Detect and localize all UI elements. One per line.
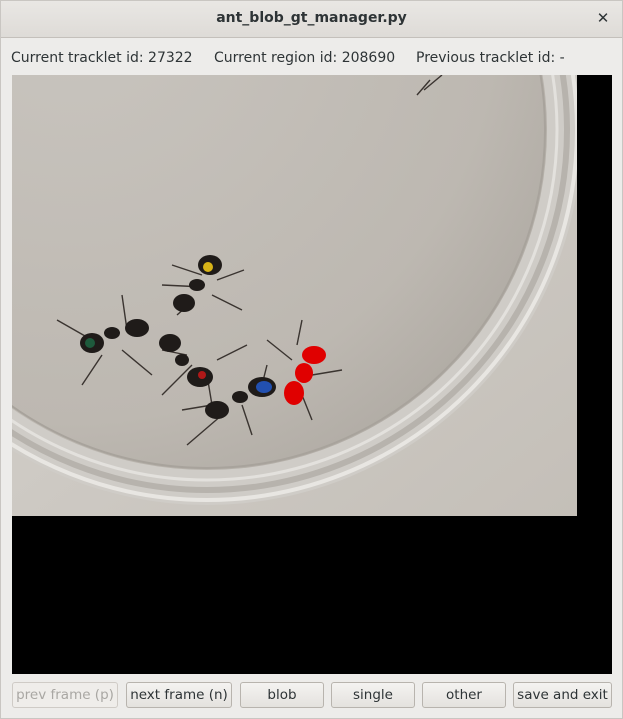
blob-button[interactable]: blob: [240, 682, 324, 708]
current-region-label: Current region id: 208690: [214, 50, 396, 66]
close-icon[interactable]: ✕: [594, 9, 612, 27]
title-bar: ant_blob_gt_manager.py ✕: [1, 1, 622, 38]
video-frame-image: [12, 75, 577, 516]
current-tracklet-label: Current tracklet id: 27322: [11, 50, 193, 66]
single-button[interactable]: single: [331, 682, 415, 708]
previous-tracklet-label: Previous tracklet id: -: [416, 50, 565, 66]
button-bar: prev frame (p) next frame (n) blob singl…: [1, 682, 622, 710]
window-title: ant_blob_gt_manager.py: [216, 10, 407, 26]
frame-viewer[interactable]: [12, 75, 612, 674]
app-window: ant_blob_gt_manager.py ✕ Current trackle…: [0, 0, 623, 719]
save-and-exit-button[interactable]: save and exit: [513, 682, 612, 708]
other-button[interactable]: other: [422, 682, 506, 708]
next-frame-button[interactable]: next frame (n): [126, 682, 232, 708]
prev-frame-button[interactable]: prev frame (p): [12, 682, 118, 708]
info-bar: Current tracklet id: 27322 Current regio…: [1, 47, 622, 69]
